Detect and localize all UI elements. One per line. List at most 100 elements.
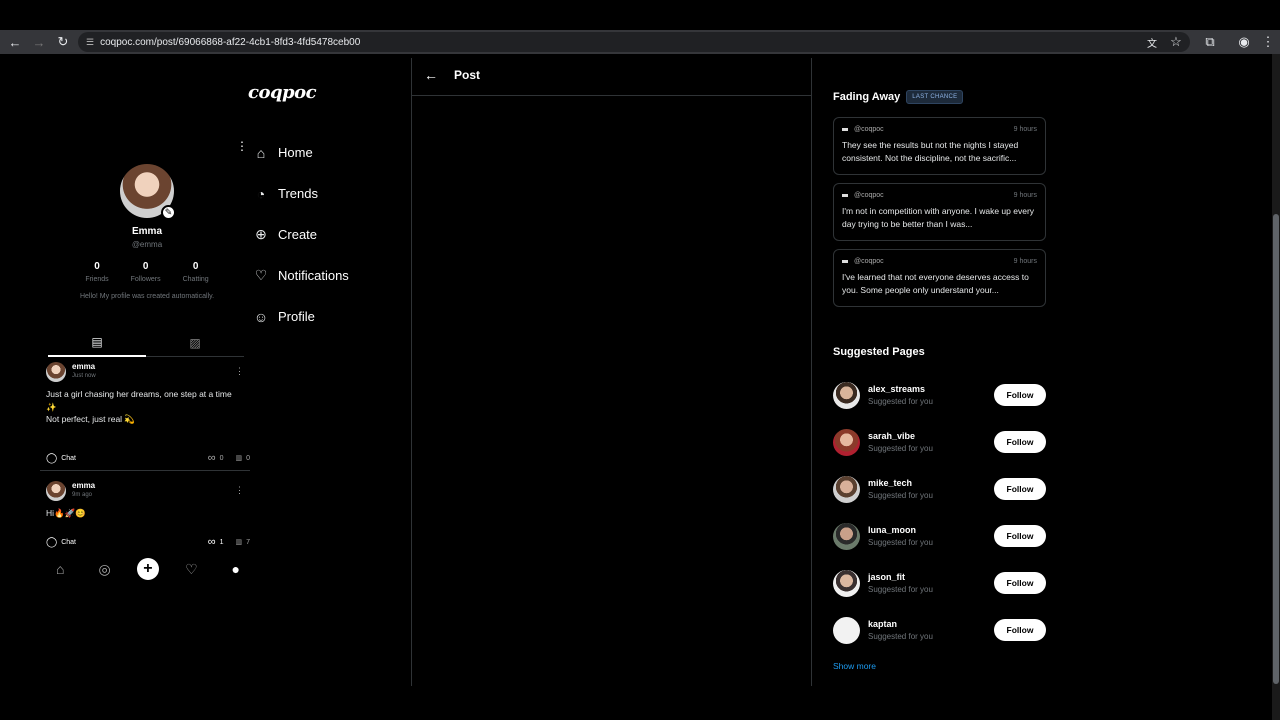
follow-button[interactable]: Follow — [994, 525, 1046, 547]
translate-icon[interactable]: 文 — [1140, 30, 1164, 54]
app-logo[interactable]: coqpoc — [248, 82, 317, 103]
feed-post[interactable]: emma 9m ago ⋮ Hi🔥🚀😊 ◯ Chat ∞ 1 ▥ 7 — [46, 481, 250, 549]
fading-card[interactable]: @coqpoc 9 hours They see the results but… — [833, 117, 1046, 175]
views-count: 7 — [246, 538, 250, 546]
follow-button[interactable]: Follow — [994, 619, 1046, 641]
post-menu-icon[interactable]: ⋮ — [235, 485, 244, 496]
section-title: Fading Away — [833, 91, 901, 103]
feed-post[interactable]: emma Just now ⋮ Just a girl chasing her … — [46, 362, 250, 464]
fading-away-header: Fading Away LAST CHANCE — [833, 90, 964, 104]
avatar[interactable] — [833, 475, 860, 503]
views-icon[interactable]: ▥ — [235, 454, 242, 462]
suggested-name[interactable]: alex_streams — [868, 384, 933, 394]
user-icon[interactable]: ● — [224, 561, 248, 577]
suggested-name[interactable]: mike_tech — [868, 478, 933, 488]
stat-followers[interactable]: 0 Followers — [131, 261, 161, 283]
suggested-page-item[interactable]: alex_streams Suggested for you Follow — [833, 380, 1046, 410]
suggested-name[interactable]: luna_moon — [868, 525, 933, 535]
home-icon[interactable]: ⌂ — [48, 561, 72, 577]
section-title: Suggested Pages — [833, 346, 925, 358]
browser-tabstrip — [0, 0, 1280, 30]
back-arrow-icon[interactable]: ← — [424, 67, 440, 83]
suggested-subtitle: Suggested for you — [868, 397, 933, 406]
infinity-icon[interactable]: ∞ — [208, 452, 216, 464]
fading-card[interactable]: @coqpoc 9 hours I'm not in competition w… — [833, 183, 1046, 241]
nav-label: Profile — [278, 309, 315, 324]
back-icon[interactable]: ← — [3, 30, 27, 54]
suggested-name[interactable]: kaptan — [868, 619, 933, 629]
post-line: ✨ — [46, 401, 57, 412]
avatar[interactable] — [833, 381, 860, 409]
post-menu-icon[interactable]: ⋮ — [235, 366, 244, 377]
extensions-icon[interactable]: ⧉ — [1198, 30, 1222, 54]
chat-label: Chat — [61, 454, 76, 462]
suggested-page-item[interactable]: jason_fit Suggested for you Follow — [833, 568, 1046, 598]
compass-icon[interactable]: ◎ — [93, 561, 117, 578]
avatar[interactable] — [833, 616, 860, 644]
bottom-nav: ⌂ ◎ + ♡ ● — [38, 554, 258, 584]
suggested-page-item[interactable]: sarah_vibe Suggested for you Follow — [833, 427, 1046, 457]
suggested-page-item[interactable]: luna_moon Suggested for you Follow — [833, 521, 1046, 551]
avatar[interactable]: ✎ — [120, 164, 176, 220]
views-icon[interactable]: ▥ — [235, 538, 242, 546]
reload-icon[interactable]: ↻ — [51, 30, 75, 54]
bookmark-star-icon[interactable]: ☆ — [1164, 30, 1188, 54]
post-time: Just now — [72, 373, 96, 379]
avatar[interactable] — [833, 428, 860, 456]
forward-icon[interactable]: → — [27, 30, 51, 54]
scrollbar-thumb[interactable] — [1273, 214, 1279, 684]
stat-value: 0 — [192, 261, 199, 272]
nav-label: Notifications — [278, 268, 349, 283]
edit-avatar-icon[interactable]: ✎ — [161, 205, 176, 220]
nav-item-notifications[interactable]: ♡ Notifications — [236, 255, 349, 296]
post-username[interactable]: emma — [72, 362, 96, 371]
tab-media[interactable]: ▨ — [146, 329, 244, 357]
add-post-button[interactable]: + — [136, 558, 159, 580]
views-count: 0 — [246, 454, 250, 462]
avatar[interactable] — [833, 522, 860, 550]
avatar[interactable] — [46, 481, 66, 501]
account-icon[interactable]: ◉ — [1232, 30, 1256, 54]
card-time: 9 hours — [1013, 126, 1037, 133]
fading-card[interactable]: @coqpoc 9 hours I've learned that not ev… — [833, 249, 1046, 307]
card-text: They see the results but not the nights … — [842, 140, 1019, 163]
nav-item-create[interactable]: ⊕ Create — [236, 214, 349, 255]
tab-posts[interactable]: ▤ — [48, 329, 146, 357]
chat-label: Chat — [61, 538, 76, 546]
suggested-subtitle: Suggested for you — [868, 444, 933, 453]
stat-chatting[interactable]: 0 Chatting — [183, 261, 209, 283]
suggested-name[interactable]: sarah_vibe — [868, 431, 933, 441]
stat-friends[interactable]: 0 Friends — [85, 261, 108, 283]
avatar[interactable] — [46, 362, 66, 382]
nav-item-home[interactable]: ⌂ Home — [236, 132, 349, 173]
infinity-icon[interactable]: ∞ — [208, 536, 216, 548]
nav-item-trends[interactable]: ◔ Trends — [236, 173, 349, 214]
follow-button[interactable]: Follow — [994, 384, 1046, 406]
nav-item-profile[interactable]: ☺ Profile — [236, 296, 349, 337]
scrollbar[interactable] — [1272, 54, 1280, 720]
chat-button[interactable]: ◯ Chat — [46, 453, 76, 464]
chat-button[interactable]: ◯ Chat — [46, 537, 76, 548]
trends-icon: ◔ — [256, 185, 266, 202]
post-line: Just a girl chasing her dreams, one step… — [46, 389, 232, 399]
show-more-link[interactable]: Show more — [833, 661, 876, 671]
address-bar[interactable]: ☰ coqpoc.com/post/69066868-af22-4cb1-8fd… — [78, 32, 1190, 52]
suggested-page-item[interactable]: kaptan Suggested for you Follow — [833, 615, 1046, 645]
site-info-icon[interactable]: ☰ — [86, 37, 94, 48]
post-header: emma Just now — [46, 362, 250, 382]
page-title: Post — [454, 67, 481, 82]
follow-button[interactable]: Follow — [994, 431, 1046, 453]
browser-toolbar: ← → ↻ ☰ coqpoc.com/post/69066868-af22-4c… — [0, 30, 1280, 54]
post-username[interactable]: emma — [72, 481, 95, 490]
stat-label: Friends — [85, 276, 109, 283]
suggested-name[interactable]: jason_fit — [868, 572, 933, 582]
heart-icon[interactable]: ♡ — [179, 561, 203, 578]
menu-icon[interactable]: ⋮ — [1256, 30, 1280, 54]
suggested-page-item[interactable]: mike_tech Suggested for you Follow — [833, 474, 1046, 504]
avatar[interactable] — [833, 569, 860, 597]
card-handle: @coqpoc — [854, 258, 884, 265]
coqpoc-logo-icon — [842, 260, 848, 263]
follow-button[interactable]: Follow — [994, 478, 1046, 500]
chat-bubble-icon: ◯ — [46, 536, 58, 548]
follow-button[interactable]: Follow — [994, 572, 1046, 594]
